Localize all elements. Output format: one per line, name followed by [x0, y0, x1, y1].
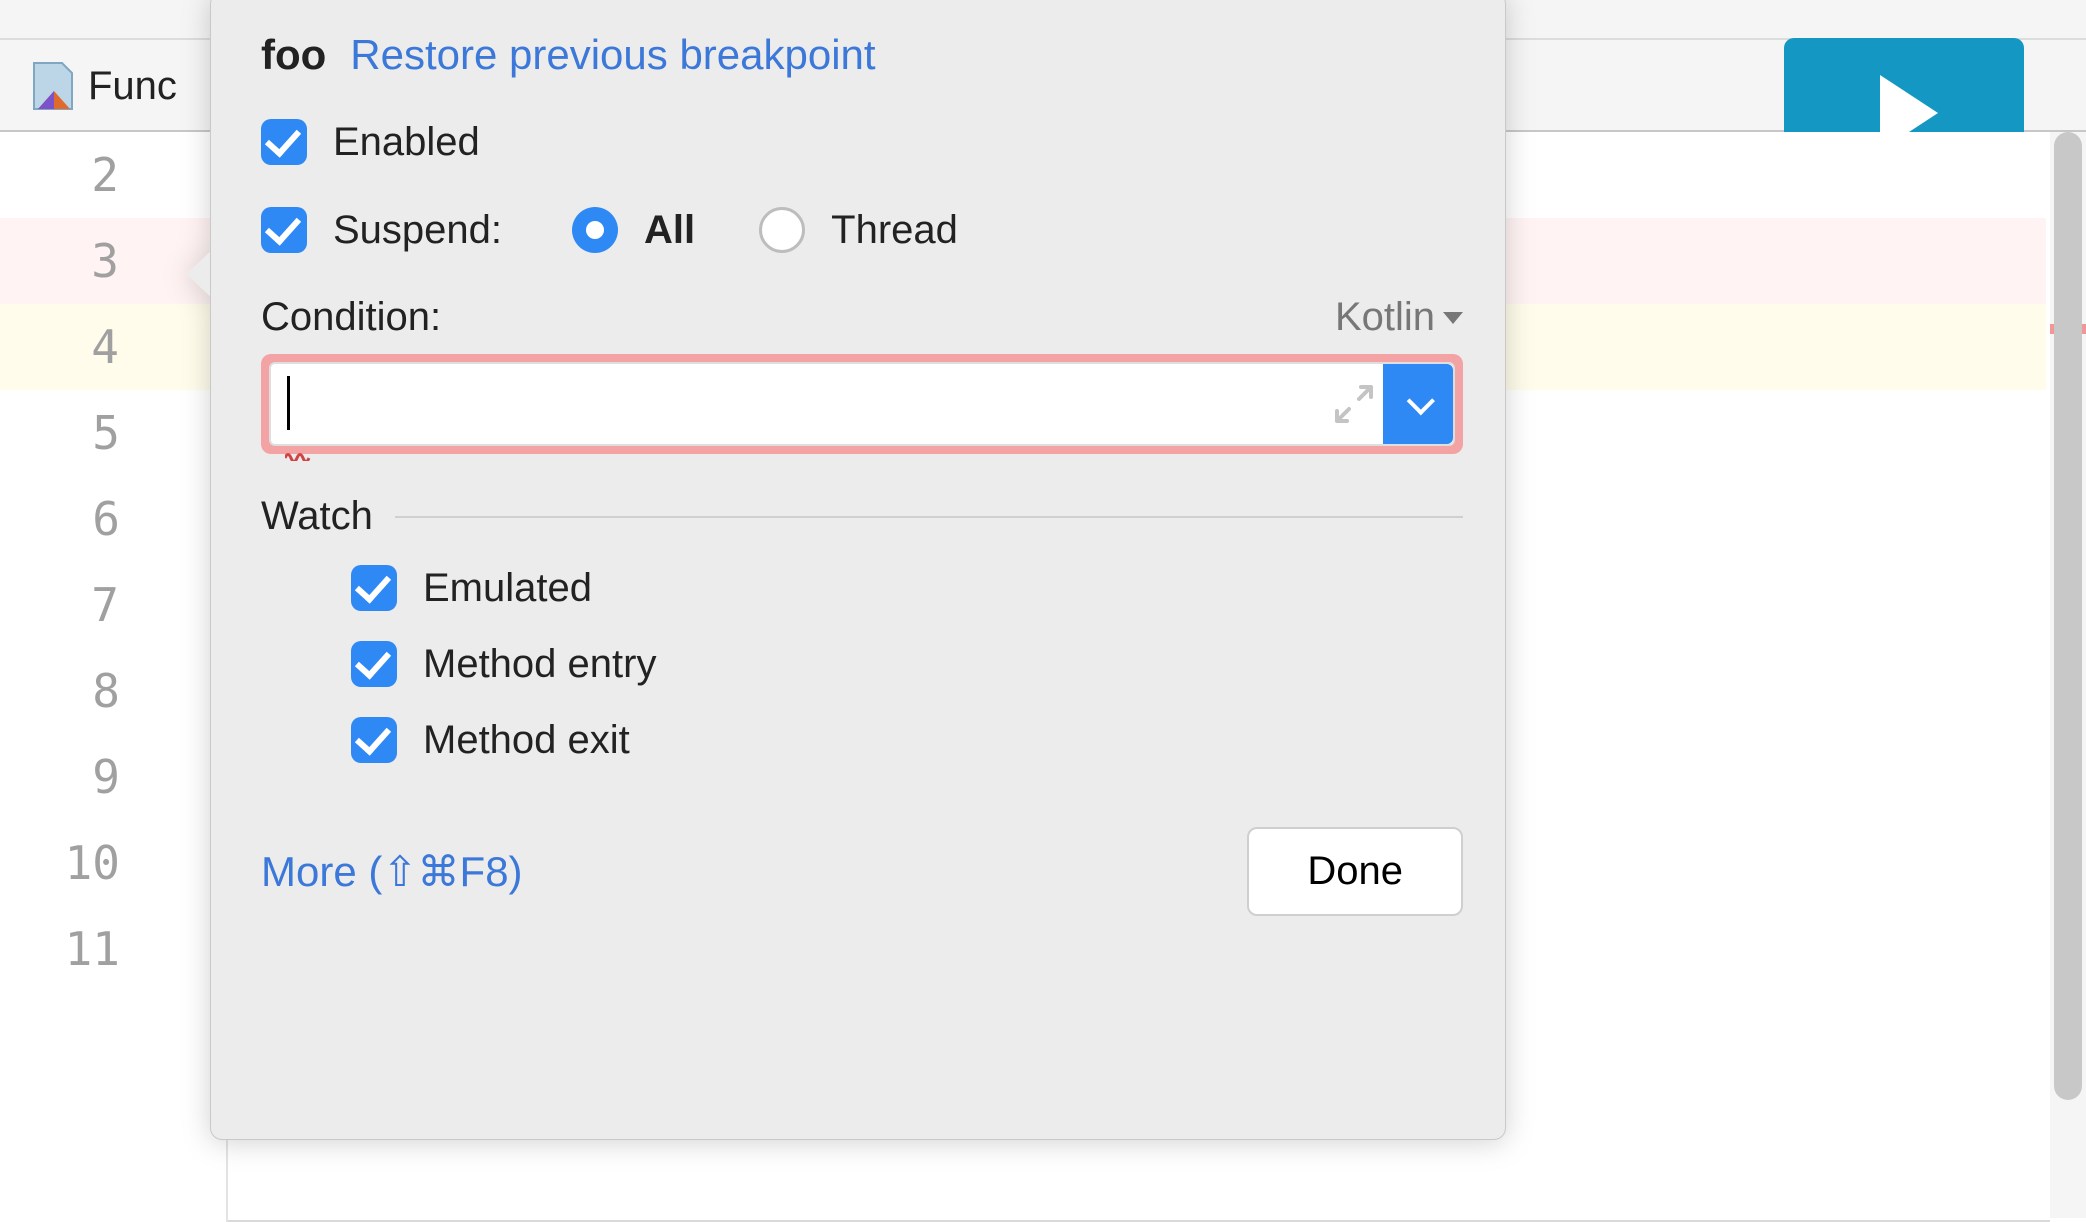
- language-dropdown[interactable]: Kotlin: [1335, 295, 1463, 340]
- suspend-label: Suspend:: [333, 208, 502, 253]
- enabled-label: Enabled: [333, 120, 480, 165]
- suspend-thread-radio[interactable]: [759, 207, 805, 253]
- condition-label: Condition:: [261, 295, 441, 340]
- condition-history-dropdown[interactable]: [1383, 364, 1453, 444]
- watch-method-exit-checkbox[interactable]: [351, 717, 397, 763]
- suspend-all-radio[interactable]: [572, 207, 618, 253]
- section-divider: [395, 516, 1463, 518]
- suspend-checkbox[interactable]: [261, 207, 307, 253]
- caret-down-icon: [1443, 312, 1463, 324]
- line-number: 8: [0, 664, 120, 718]
- condition-input[interactable]: [271, 364, 789, 444]
- done-button[interactable]: Done: [1247, 827, 1463, 916]
- watch-method-exit-label: Method exit: [423, 718, 630, 763]
- watch-method-entry-label: Method entry: [423, 642, 656, 687]
- line-number: 3: [0, 234, 119, 288]
- line-number: 6: [0, 492, 120, 546]
- line-number: 7: [0, 578, 119, 632]
- file-tab[interactable]: Func: [0, 40, 177, 132]
- breakpoint-name: foo: [261, 31, 326, 79]
- watch-section-label: Watch: [261, 494, 373, 539]
- restore-previous-breakpoint-link[interactable]: Restore previous breakpoint: [350, 31, 875, 79]
- kotlin-file-icon: [32, 61, 74, 111]
- line-number: 10: [0, 836, 120, 890]
- line-number: 5: [0, 406, 120, 460]
- watch-emulated-label: Emulated: [423, 566, 592, 611]
- text-caret: [287, 376, 290, 430]
- condition-field-highlight: [261, 354, 1463, 454]
- line-number: 9: [0, 750, 120, 804]
- enabled-checkbox[interactable]: [261, 119, 307, 165]
- expand-icon[interactable]: [1331, 381, 1377, 427]
- breakpoint-popup: foo Restore previous breakpoint Enabled …: [210, 0, 1514, 1140]
- chevron-down-icon: [1407, 387, 1435, 415]
- error-squiggle-icon: [285, 426, 311, 436]
- watch-method-entry-checkbox[interactable]: [351, 641, 397, 687]
- condition-field[interactable]: [269, 362, 1455, 446]
- language-dropdown-label: Kotlin: [1335, 295, 1435, 340]
- suspend-all-label: All: [644, 208, 695, 253]
- suspend-thread-label: Thread: [831, 208, 958, 253]
- line-number: 11: [0, 922, 120, 976]
- more-options-link[interactable]: More (⇧⌘F8): [261, 847, 523, 896]
- line-number: 2: [0, 148, 119, 202]
- watch-emulated-checkbox[interactable]: [351, 565, 397, 611]
- file-tab-label: Func: [88, 64, 177, 109]
- scrollbar-thumb[interactable]: [2054, 132, 2082, 1100]
- line-number: 4: [0, 320, 119, 374]
